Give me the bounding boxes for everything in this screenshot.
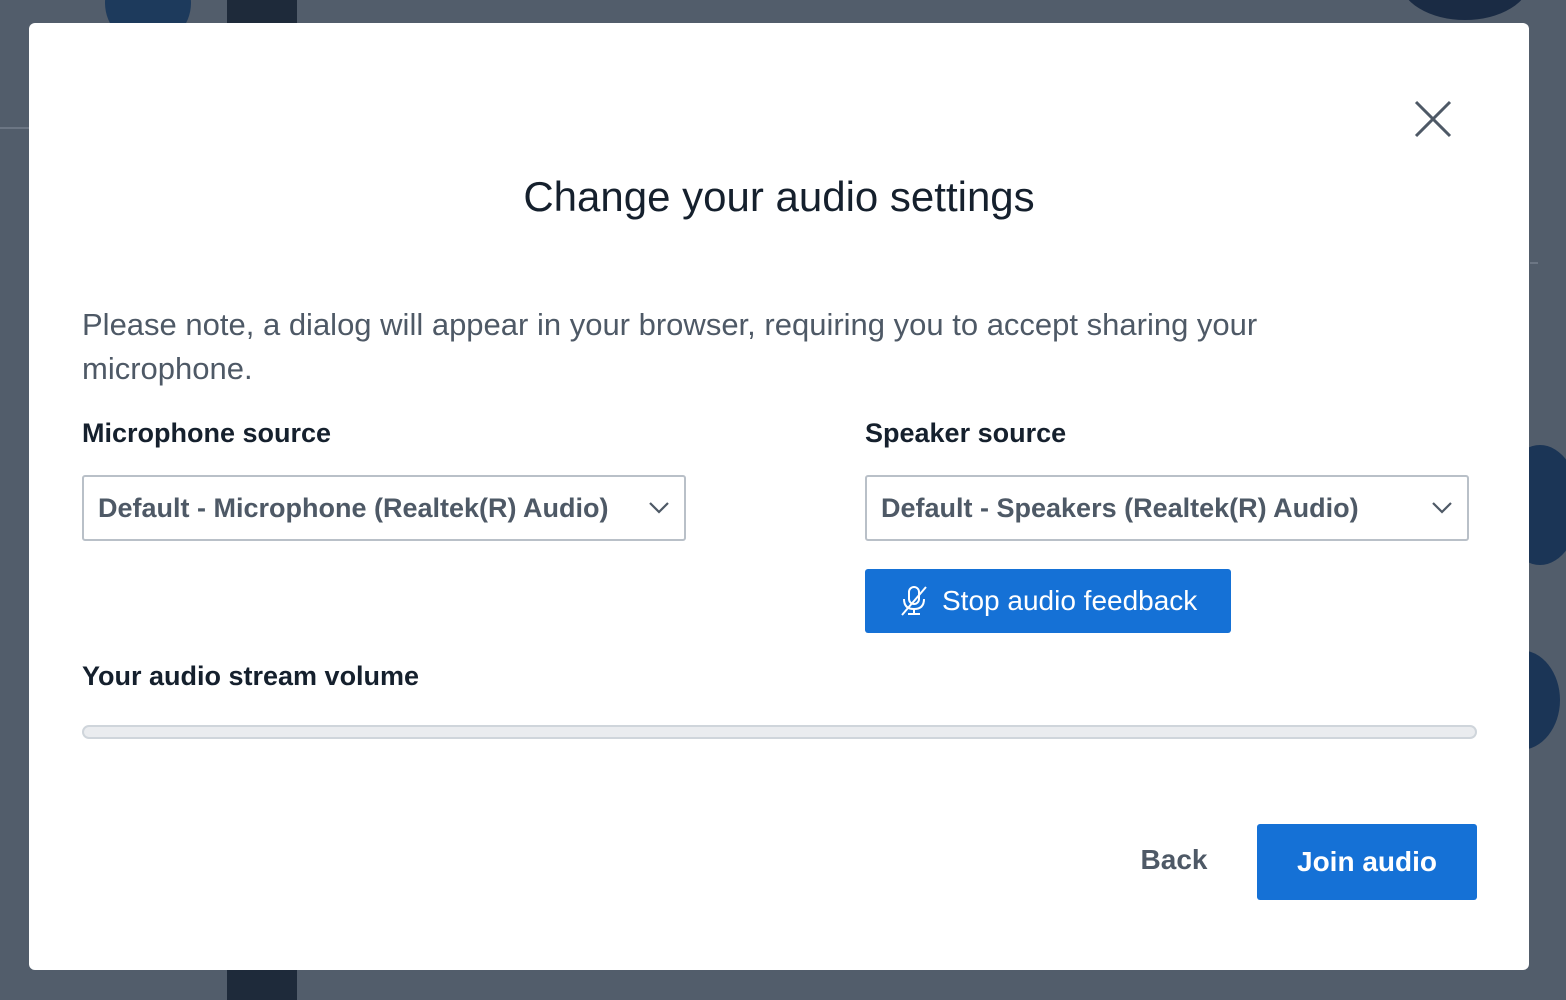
audio-settings-dialog: Change your audio settings Please note, … xyxy=(29,23,1529,970)
audio-stream-volume-meter xyxy=(82,725,1477,739)
background-divider xyxy=(1530,262,1538,264)
speaker-source-label: Speaker source xyxy=(865,418,1067,448)
speaker-selected-value: Default - Speakers (Realtek(R) Audio) xyxy=(881,493,1359,523)
microphone-selected-value: Default - Microphone (Realtek(R) Audio) xyxy=(98,493,609,523)
back-button[interactable]: Back xyxy=(1109,825,1239,895)
background-avatar-right xyxy=(1400,0,1530,20)
stop-audio-feedback-label: Stop audio feedback xyxy=(942,585,1198,616)
stop-audio-feedback-button[interactable]: Stop audio feedback xyxy=(865,569,1231,633)
background-divider xyxy=(0,127,30,129)
audio-stream-volume-label: Your audio stream volume xyxy=(82,661,420,691)
microphone-source-label: Microphone source xyxy=(82,418,332,448)
microphone-source-select[interactable]: Default - Microphone (Realtek(R) Audio) xyxy=(82,475,686,541)
join-audio-button[interactable]: Join audio xyxy=(1257,824,1477,900)
chevron-down-icon xyxy=(1432,502,1452,514)
close-button[interactable] xyxy=(1412,98,1454,140)
close-icon xyxy=(1414,100,1452,138)
mic-off-icon xyxy=(901,586,927,616)
chevron-down-icon xyxy=(649,502,669,514)
permission-note: Please note, a dialog will appear in you… xyxy=(82,307,1258,386)
dialog-title: Change your audio settings xyxy=(523,173,1035,220)
speaker-source-select[interactable]: Default - Speakers (Realtek(R) Audio) xyxy=(865,475,1469,541)
